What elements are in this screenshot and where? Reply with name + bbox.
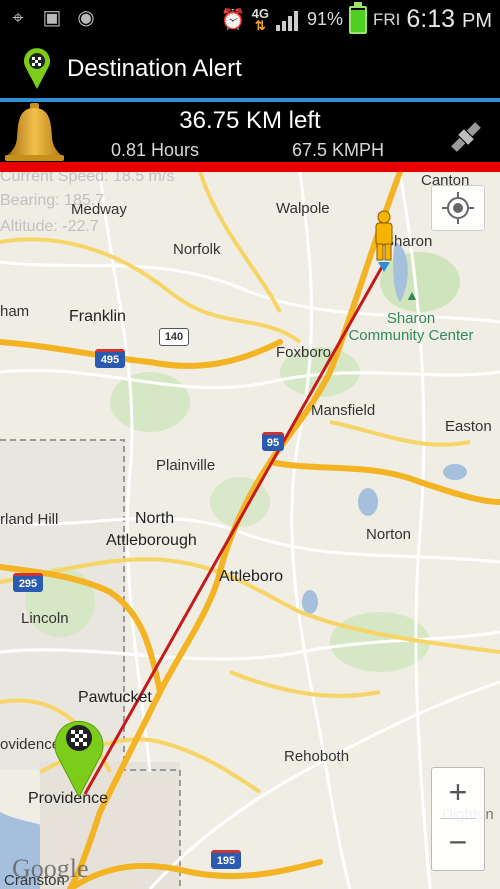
battery-percent: 91% [306,9,343,29]
clock: 6:13 PM [406,5,492,33]
current-speed-kmph: 67.5 KMPH [292,140,385,160]
place-foxboro: Foxboro [276,344,332,361]
place-rland-hill: rland Hill [0,511,59,528]
current-speed-overlay: Current Speed: 18.5 m/s [0,172,175,185]
network-4g-icon: 4G ⇅ [251,5,269,33]
community-center-line2: Community Center [348,327,474,344]
image-icon: ▣ [42,7,62,29]
eta-hours: 0.81 Hours [111,140,200,160]
trip-info-panel: 36.75 KM left 0.81 Hours 67.5 KMPH [0,102,500,162]
place-attleboro: Attleboro [219,568,284,585]
google-logo: Google [12,854,89,883]
route-140-shield: 140 [159,328,189,346]
place-north: North [135,510,175,527]
signal-icon [275,10,298,31]
interstate-195-shield: 195 [211,850,241,869]
distance-left: 36.75 KM left [179,107,321,134]
gps-icon: ⌖ [12,7,24,29]
notification-icons: ⌖ ▣ ◉ [6,6,98,30]
battery-icon [348,1,367,34]
place-plainville: Plainville [156,457,216,474]
crosshair-icon [442,192,474,224]
interstate-95-shield: 95 [262,432,284,451]
place-mansfield: Mansfield [311,402,376,419]
place-walpole: Walpole [276,200,330,217]
app-notification-icon: ◉ [77,7,95,29]
sharon-community-center: Sharon Community Center [346,310,476,344]
interstate-295-shield: 295 [13,573,43,592]
place-franklin: Franklin [69,308,126,325]
zoom-out-button[interactable]: − [432,818,484,868]
satellite-icon[interactable] [445,117,487,157]
status-bar: ⌖ ▣ ◉ ⏰ 4G ⇅ 91% FRI 6:13 PM [0,0,500,38]
zoom-controls: + − [431,767,485,871]
tree-icon: ▲ [405,287,419,303]
place-ham: ham [0,303,30,320]
place-easton: Easton [445,418,492,435]
my-location-button[interactable] [431,185,485,231]
community-center-line1: Sharon [386,310,436,327]
altitude-overlay: Altitude: -22.7 [0,218,99,235]
place-medway: Medway [71,201,127,218]
alarm-icon: ⏰ [220,9,246,31]
place-attleborough: Attleborough [106,532,197,549]
current-location-person-icon[interactable] [370,210,398,274]
place-norton: Norton [366,526,412,543]
app-bar: Destination Alert [0,38,500,98]
place-lincoln: Lincoln [21,610,69,627]
place-rehoboth: Rehoboth [284,748,350,765]
interstate-495-shield: 495 [95,349,125,368]
zoom-in-button[interactable]: + [432,768,484,818]
system-icons: ⏰ 4G ⇅ 91% FRI 6:13 PM [220,1,492,34]
destination-pin-icon[interactable] [52,712,106,798]
app-logo-pin-icon [24,48,50,89]
place-norfolk: Norfolk [173,241,221,258]
progress-red-bar [0,162,500,172]
day-label: FRI [372,9,401,29]
place-pawtucket: Pawtucket [78,689,152,706]
map-view[interactable]: Current Speed: 18.5 m/s Bearing: 185.7 A… [0,172,500,889]
app-title: Destination Alert [67,55,242,82]
